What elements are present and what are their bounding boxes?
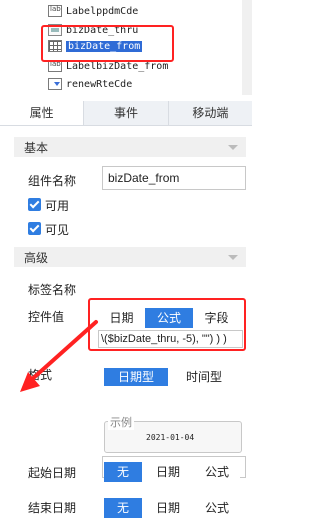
section-title: 高级 [24, 250, 49, 265]
format-example-legend: 示例 [108, 414, 134, 430]
start-date-label: 起始日期 [28, 466, 77, 480]
section-advanced-header[interactable]: 高级 [14, 247, 246, 267]
tree-item[interactable]: renewRteCde [48, 76, 132, 92]
end-date-label: 结束日期 [28, 501, 77, 515]
end-date-segmented: 无 日期 公式 [104, 498, 240, 518]
tree-item-label: LabelbizDate_from [66, 60, 169, 72]
format-type-segmented: 日期型 时间型 [104, 368, 240, 386]
enabled-checkbox[interactable] [28, 198, 41, 211]
panel-tabs: 属性 事件 移动端 [0, 101, 252, 126]
visible-checkbox[interactable] [28, 222, 41, 235]
tree-scrollbar[interactable] [242, 0, 252, 95]
tab-mobile[interactable]: 移动端 [169, 101, 252, 125]
left-gutter [0, 126, 14, 527]
component-name-label: 组件名称 [28, 174, 77, 188]
highlight-box-control-value [88, 298, 246, 351]
label-icon [48, 5, 62, 17]
section-title: 基本 [24, 140, 49, 155]
end-date-date[interactable]: 日期 [142, 498, 194, 518]
format-type-time[interactable]: 时间型 [168, 368, 240, 386]
start-date-formula[interactable]: 公式 [194, 462, 240, 482]
combo-icon [48, 78, 62, 90]
tab-events[interactable]: 事件 [84, 101, 167, 125]
collapse-caret-icon [228, 145, 238, 150]
format-type-date[interactable]: 日期型 [104, 368, 168, 386]
start-date-date[interactable]: 日期 [142, 462, 194, 482]
tag-name-label: 标签名称 [28, 283, 77, 297]
visible-label: 可见 [45, 223, 70, 237]
tree-item-label: LabelppdmCde [66, 5, 139, 17]
format-label: 格式 [28, 368, 53, 382]
tree-item[interactable]: LabelppdmCde [48, 3, 138, 19]
control-value-label: 控件值 [28, 310, 65, 324]
enabled-label: 可用 [45, 199, 70, 213]
tab-properties[interactable]: 属性 [0, 101, 84, 125]
section-basic-header[interactable]: 基本 [14, 137, 246, 157]
start-date-none[interactable]: 无 [104, 462, 142, 482]
format-example-value: 2021-01-04 [146, 433, 195, 442]
end-date-formula[interactable]: 公式 [194, 498, 240, 518]
tree-item-label: renewRteCde [66, 78, 133, 90]
end-date-none[interactable]: 无 [104, 498, 142, 518]
component-name-input[interactable]: bizDate_from [102, 166, 246, 190]
highlight-box-tree [41, 25, 174, 62]
start-date-segmented: 无 日期 公式 [104, 462, 240, 482]
collapse-caret-icon [228, 255, 238, 260]
